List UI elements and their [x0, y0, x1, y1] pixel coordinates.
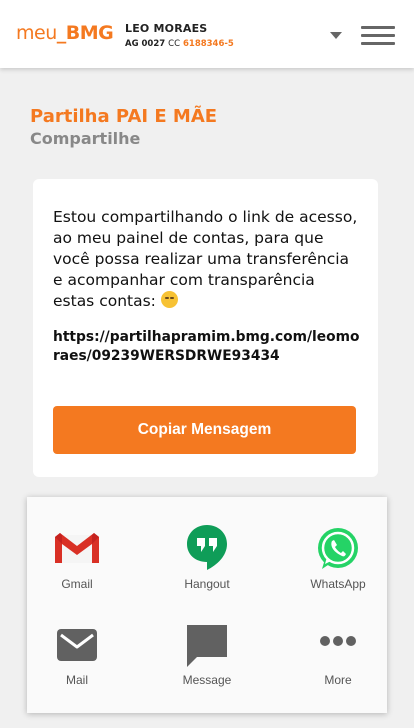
- share-label-whatsapp: WhatsApp: [310, 577, 366, 591]
- share-sheet: Gmail Hangout WhatsApp Mail Message More: [27, 497, 387, 713]
- share-label-hangout: Hangout: [184, 577, 230, 591]
- share-label-more: More: [324, 673, 352, 687]
- whatsapp-icon: [318, 528, 358, 569]
- share-option-gmail[interactable]: Gmail: [27, 525, 127, 615]
- share-message-card: Estou compartilhando o link de acesso, a…: [33, 179, 378, 477]
- page-title: Partilha PAI E MÃE: [30, 106, 218, 127]
- logo-wordmark: meu_BMG: [16, 22, 114, 44]
- user-name: LEO MORAES: [125, 22, 208, 35]
- share-option-more[interactable]: More: [288, 621, 388, 711]
- gmail-icon: [55, 533, 99, 563]
- agency-label: AG 0027: [125, 39, 166, 49]
- cc-label: CC: [168, 39, 181, 49]
- smirk-emoji-icon: [160, 291, 178, 308]
- app-header: meu_BMG LEO MORAES AG 0027 CC 6188346-5: [0, 0, 414, 68]
- message-icon: [187, 625, 227, 667]
- page-subtitle: Compartilhe: [30, 129, 141, 148]
- share-label-message: Message: [182, 673, 232, 687]
- share-label-mail: Mail: [65, 673, 88, 687]
- mail-icon: [57, 629, 97, 661]
- user-info: LEO MORAES AG 0027 CC 6188346-5: [125, 22, 234, 49]
- more-icon: [320, 636, 356, 646]
- share-option-whatsapp[interactable]: WhatsApp: [288, 525, 388, 615]
- copy-message-button[interactable]: Copiar Mensagem: [53, 406, 356, 454]
- share-link[interactable]: https://partilhapramim.bmg.com/leomoraes…: [53, 328, 363, 366]
- share-message: Estou compartilhando o link de acesso, a…: [53, 207, 359, 312]
- caret-down-icon[interactable]: [330, 32, 342, 39]
- hangouts-icon: [187, 525, 227, 570]
- account-info: AG 0027 CC 6188346-5: [125, 39, 234, 49]
- account-number: 6188346-5: [182, 39, 234, 49]
- share-option-hangout[interactable]: Hangout: [157, 523, 257, 613]
- hamburger-menu-icon[interactable]: [361, 26, 395, 46]
- share-option-mail[interactable]: Mail: [27, 621, 127, 711]
- meu-bmg-logo[interactable]: meu_BMG: [16, 20, 114, 50]
- share-option-message[interactable]: Message: [157, 621, 257, 711]
- share-message-text: Estou compartilhando o link de acesso, a…: [53, 208, 358, 310]
- share-label-gmail: Gmail: [61, 577, 93, 591]
